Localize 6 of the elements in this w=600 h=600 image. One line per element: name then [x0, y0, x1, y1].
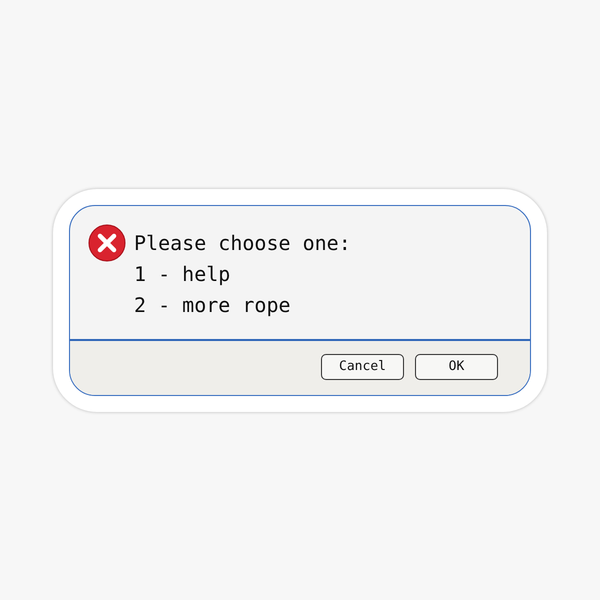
dialog-button[interactable]: Cancel	[321, 354, 404, 380]
dialog-button[interactable]: OK	[415, 354, 498, 380]
message-line: Please choose one:	[134, 230, 351, 256]
error-icon	[88, 224, 126, 262]
message-line: 2 - more rope	[134, 292, 292, 318]
message-line: 1 - help	[134, 260, 232, 288]
